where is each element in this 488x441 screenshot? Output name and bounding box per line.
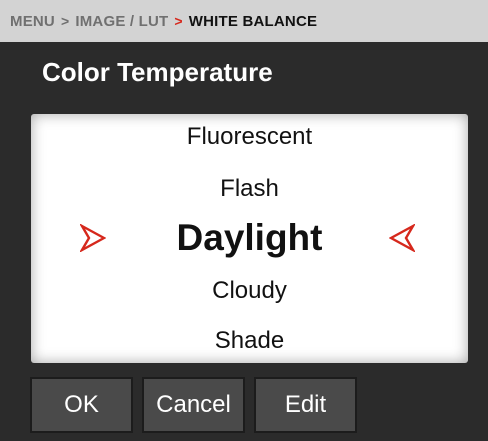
cancel-button[interactable]: Cancel	[142, 377, 245, 433]
picker-option-flash[interactable]: Flash	[31, 175, 468, 203]
page-title: Color Temperature	[42, 57, 273, 87]
edit-button[interactable]: Edit	[254, 377, 357, 433]
picker-option-fluorescent[interactable]: Fluorescent	[31, 123, 468, 151]
breadcrumb-active-separator-icon: >	[174, 13, 183, 29]
color-temperature-picker[interactable]: Fluorescent Flash Daylight Cloudy Shade	[31, 114, 468, 363]
picker-option-cloudy[interactable]: Cloudy	[31, 277, 468, 305]
breadcrumb-item-image-lut[interactable]: IMAGE / LUT	[75, 13, 168, 30]
chevron-right-icon[interactable]	[80, 224, 106, 252]
chevron-left-icon[interactable]	[389, 224, 415, 252]
ok-button[interactable]: OK	[30, 377, 133, 433]
breadcrumb-item-white-balance: WHITE BALANCE	[188, 12, 318, 30]
breadcrumb-separator-icon: >	[60, 13, 70, 29]
breadcrumb-item-menu[interactable]: MENU	[10, 13, 55, 30]
white-balance-screen: MENU > IMAGE / LUT > WHITE BALANCE Color…	[0, 0, 488, 441]
picker-option-shade[interactable]: Shade	[31, 327, 468, 355]
breadcrumb: MENU > IMAGE / LUT > WHITE BALANCE	[0, 0, 488, 42]
